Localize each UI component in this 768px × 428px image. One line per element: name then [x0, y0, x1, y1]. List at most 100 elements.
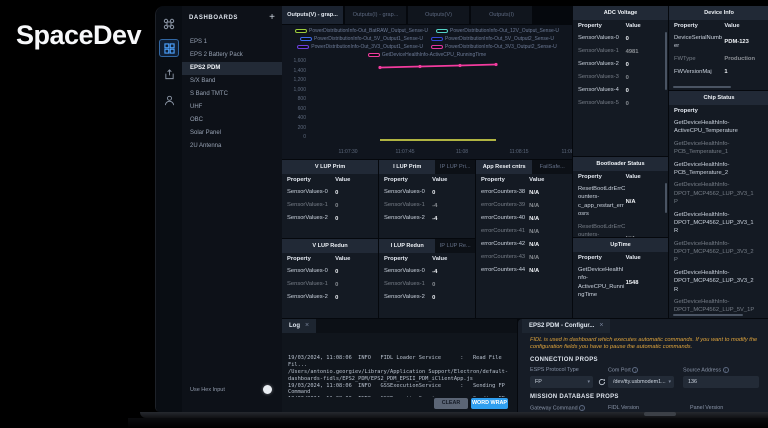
- legend-item[interactable]: GetDeviceHealthInfo-ActiveCPU_RunningTim…: [368, 51, 486, 58]
- panel-tab[interactable]: UpTime: [573, 238, 668, 252]
- close-icon[interactable]: ×: [599, 319, 603, 333]
- sidebar-item[interactable]: UHF: [182, 101, 282, 114]
- y-tick: 800: [298, 96, 306, 102]
- sidebar-item[interactable]: EPS2 PDM: [182, 62, 282, 75]
- sidebar-item[interactable]: Solar Panel: [182, 127, 282, 140]
- column-value: Value: [432, 256, 470, 262]
- x-axis-labels: 11:07:3011:07:4511:0811:08:1511:08:30: [282, 149, 572, 157]
- legend-item[interactable]: PowerDistributionInfo-Out_5V_Output2_Sen…: [431, 35, 554, 42]
- sidebar-item[interactable]: 2U Antenna: [182, 140, 282, 153]
- legend-item[interactable]: PowerDistributionInfo-Out_3V3_Output1_Se…: [297, 43, 423, 50]
- y-axis-labels: 1,6001,4001,2001,0008006004002000: [282, 58, 306, 140]
- legend-swatch: [436, 29, 448, 33]
- panel-tab[interactable]: V LUP Redun: [282, 239, 378, 253]
- user-icon[interactable]: [160, 92, 178, 108]
- com-port-select[interactable]: /dev/tty.usbmodem1... ▾: [608, 376, 674, 388]
- tab-eps2-pdm-config[interactable]: EPS2 PDM - Configur... ×: [522, 319, 610, 333]
- chevron-down-icon: ▾: [587, 376, 590, 388]
- table-row: SensorValues-50: [573, 97, 668, 110]
- sidebar-item[interactable]: EPS 1: [182, 36, 282, 49]
- table-row: SensorValues-20: [573, 58, 668, 71]
- log-line: 19/03/2024, 11:08:06 INFO GSSExecutionSe…: [288, 396, 513, 397]
- legend-label: PowerDistributionInfo-Out_12V_Output_Sen…: [450, 28, 559, 34]
- close-icon[interactable]: ×: [305, 319, 309, 333]
- x-tick: 11:08:30: [561, 149, 572, 155]
- panel-tab[interactable]: V LUP Prim: [282, 160, 378, 174]
- sidebar-item[interactable]: EPS 2 Battery Pack: [182, 49, 282, 62]
- table-row: GetDeviceHealthInfo-DPOT_MCP4562_LUP_3V3…: [669, 179, 768, 208]
- y-tick: 200: [298, 125, 306, 131]
- legend-item[interactable]: PowerDistributionInfo-Out_3V3_Output2_Se…: [431, 43, 557, 50]
- chart-tab[interactable]: Outputs(I): [471, 6, 532, 24]
- panel-tab[interactable]: Device Info: [669, 6, 768, 20]
- tab-log[interactable]: Log ×: [282, 319, 316, 333]
- column-value: Value: [626, 174, 663, 180]
- add-dashboard-button[interactable]: +: [269, 13, 275, 23]
- panel-tab[interactable]: Chip Status: [669, 91, 768, 105]
- mission-db-props-section: MISSION DATABASE PROPS: [530, 394, 619, 400]
- panel-tab[interactable]: IP LUP Re...: [435, 239, 475, 253]
- protocol-type-select[interactable]: FP ▾: [530, 376, 593, 388]
- table-row: GetDeviceHealthInfo-ActiveCPU_Temperatur…: [669, 117, 768, 138]
- x-tick: 11:08: [456, 149, 468, 155]
- y-tick: 400: [298, 115, 306, 121]
- table-row: SensorValues-00: [379, 186, 475, 199]
- clear-button[interactable]: CLEAR: [434, 398, 468, 409]
- panel-v-lup-prim: V LUP Prim PropertyValue SensorValues-00…: [282, 160, 378, 238]
- chart-tab[interactable]: Outputs(V) - grap...: [282, 6, 343, 24]
- legend-swatch: [431, 45, 443, 49]
- table-row: SensorValues-20: [282, 212, 378, 225]
- panel-tab[interactable]: ADC Voltage: [573, 6, 668, 20]
- panel-bootloader-status: Bootloader Status PropertyValue ResetBoo…: [573, 157, 668, 237]
- panel-tab[interactable]: IP LUP Pri...: [435, 160, 475, 174]
- chart-tab[interactable]: Outputs(I) - grap...: [345, 6, 406, 24]
- panel-tab[interactable]: I LUP Prim: [379, 160, 435, 174]
- info-icon[interactable]: i: [579, 405, 585, 411]
- dashboards-icon[interactable]: [159, 39, 179, 57]
- panel-tab[interactable]: App Reset cntrs: [476, 160, 532, 174]
- scrollbar[interactable]: [665, 32, 668, 90]
- word-wrap-button[interactable]: WORD WRAP: [471, 398, 508, 409]
- panel-v-lup-redun: V LUP Redun PropertyValue SensorValues-0…: [282, 239, 378, 318]
- column-property: Property: [578, 174, 626, 180]
- scrollbar[interactable]: [673, 86, 731, 89]
- log-output[interactable]: 19/03/2024, 11:08:06 INFO FIDL Loader Se…: [288, 335, 513, 397]
- table-row: errorCounters-38N/A: [476, 186, 572, 199]
- sidebar: DASHBOARDS + EPS 1 EPS 2 Battery Pack EP…: [182, 6, 282, 412]
- legend-item[interactable]: PowerDistributionInfo-Out_BatRAW_Output_…: [295, 27, 428, 34]
- table-row: GetDeviceHealthInfo-PCB_Temperature_1: [669, 138, 768, 159]
- app-logo-icon[interactable]: [160, 16, 178, 32]
- column-value: Value: [529, 177, 567, 183]
- source-address-input[interactable]: 136: [683, 376, 759, 388]
- info-icon[interactable]: i: [632, 367, 638, 373]
- legend-item[interactable]: PowerDistributionInfo-Out_12V_Output_Sen…: [436, 27, 559, 34]
- table-row: errorCounters-43N/A: [476, 251, 572, 264]
- panel-tab[interactable]: I LUP Redun: [379, 239, 435, 253]
- export-icon[interactable]: [160, 66, 178, 82]
- info-icon[interactable]: i: [723, 367, 729, 373]
- sidebar-item[interactable]: OBC: [182, 114, 282, 127]
- table-row: SensorValues-2-4: [379, 212, 475, 225]
- hex-input-toggle[interactable]: [263, 385, 272, 394]
- column-value: Value: [626, 255, 663, 261]
- panel-tab[interactable]: FailSafe...: [532, 160, 572, 174]
- x-tick: 11:07:45: [395, 149, 414, 155]
- config-tab-label: EPS2 PDM - Configur...: [529, 319, 594, 333]
- panel-chip-status: Chip Status Property GetDeviceHealthInfo…: [669, 91, 768, 318]
- sidebar-list: EPS 1 EPS 2 Battery Pack EPS2 PDM S/X Ba…: [182, 36, 282, 153]
- y-tick: 600: [298, 106, 306, 112]
- sidebar-item[interactable]: S Band TMTC: [182, 88, 282, 101]
- scrollbar[interactable]: [673, 314, 743, 317]
- chart-tab[interactable]: Outputs(V): [408, 6, 469, 24]
- sidebar-item[interactable]: S/X Band: [182, 75, 282, 88]
- scrollbar[interactable]: [665, 183, 668, 213]
- legend-item[interactable]: PowerDistributionInfo-Out_5V_Output1_Sen…: [300, 35, 423, 42]
- refresh-ports-button[interactable]: [596, 376, 607, 388]
- series-runningtime-marker: [418, 65, 421, 68]
- table-row: SensorValues-00: [573, 32, 668, 45]
- chart-plot: [310, 59, 568, 147]
- table-row: GetDeviceHealthInfo-PCB_Temperature_2: [669, 159, 768, 180]
- legend-swatch: [295, 29, 307, 33]
- panel-tab[interactable]: Bootloader Status: [573, 157, 668, 171]
- hex-input-row: Use Hex Input: [190, 385, 272, 394]
